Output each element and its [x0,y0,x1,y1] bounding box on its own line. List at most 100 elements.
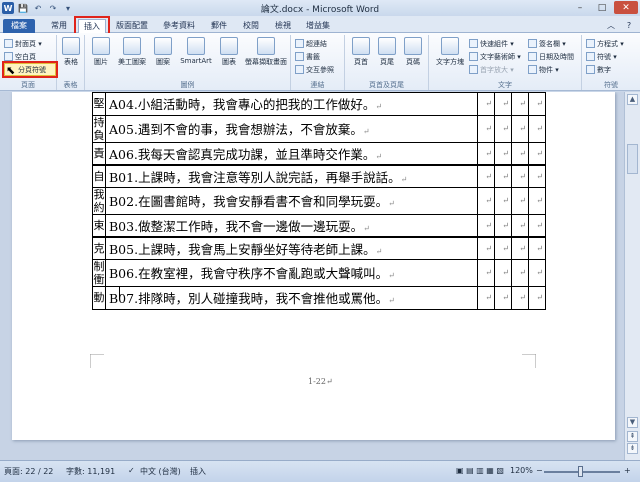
tab-page-layout[interactable]: 版面配置 [112,19,152,33]
quick-parts-button[interactable]: 快速組件 ▾ [469,38,514,49]
scroll-up-icon[interactable]: ▲ [627,94,638,105]
item-cell[interactable]: B03.做整潔工作時，我不會一邊做一邊玩耍。↵ [105,213,478,238]
zoom-level[interactable]: 120% [510,466,533,475]
score-cell[interactable]: ↵ [511,163,529,188]
undo-icon[interactable]: ↶ [32,2,44,14]
table-button[interactable]: 表格 [60,37,82,67]
score-cell[interactable]: ↵ [511,186,529,215]
date-time-button[interactable]: 日期及時間 [528,51,574,62]
category-cell[interactable]: 束 [92,213,106,238]
score-cell[interactable]: ↵ [494,92,512,116]
score-cell[interactable]: ↵ [494,141,512,166]
score-cell[interactable]: ↵ [511,258,529,287]
maximize-button[interactable]: □ [592,1,612,14]
score-cell[interactable]: ↵ [528,141,546,166]
score-cell[interactable]: ↵ [494,235,512,260]
help-icon[interactable]: ? [622,19,636,33]
score-cell[interactable]: ↵ [477,258,495,287]
tab-references[interactable]: 參考資料 [158,19,200,33]
drop-cap-button[interactable]: 首字放大 ▾ [469,64,514,75]
page-number-button[interactable]: 頁碼 [402,37,424,67]
vertical-scrollbar[interactable]: ▲ ▼ ⇞ ⇟ [624,92,640,460]
category-cell[interactable]: 動 [92,285,106,310]
status-insert-mode[interactable]: 插入 [190,466,206,477]
score-cell[interactable]: ↵ [494,186,512,215]
score-cell[interactable]: ↵ [528,235,546,260]
status-word-count[interactable]: 字數: 11,191 [66,466,115,477]
score-cell[interactable]: ↵ [477,92,495,116]
object-button[interactable]: 物件 ▾ [528,64,559,75]
item-cell[interactable]: B07.排隊時，別人碰撞我時，我不會推他或罵他。↵ [105,285,478,310]
score-cell[interactable]: ↵ [528,285,546,310]
cover-page-button[interactable]: 封面頁 ▾ [4,38,42,49]
item-cell[interactable]: B01.上課時，我會注意等別人說完話，再舉手說話。↵ [105,163,478,188]
item-cell[interactable]: A05.遇到不會的事，我會想辦法，不會放棄。↵ [105,114,478,143]
score-cell[interactable]: ↵ [528,92,546,116]
category-cell[interactable]: 堅 [92,92,106,116]
score-cell[interactable]: ↵ [477,285,495,310]
score-cell[interactable]: ↵ [494,285,512,310]
wordart-button[interactable]: 文字藝術師 ▾ [469,51,521,62]
status-page[interactable]: 頁面: 22 / 22 [4,466,53,477]
score-cell[interactable]: ↵ [511,114,529,143]
tab-mailings[interactable]: 郵件 [206,19,232,33]
clip-art-button[interactable]: 美工圖案 [115,37,149,67]
footer-button[interactable]: 頁尾 [376,37,398,67]
view-buttons[interactable]: ▣ ▤ ▥ ▦ ▧ [456,466,504,475]
tab-review[interactable]: 校閱 [238,19,264,33]
textbox-button[interactable]: 文字方塊 [433,37,467,67]
shapes-button[interactable]: 圖案 [152,37,174,67]
customize-quick-access-icon[interactable]: ▾ [62,2,74,14]
score-cell[interactable]: ↵ [511,235,529,260]
save-icon[interactable]: 💾 [17,2,29,14]
document-page[interactable]: 堅 A04.小組活動時，我會專心的把我的工作做好。↵ ↵ ↵ ↵ ↵ 持負 A05.遇到不會的… [12,92,615,440]
score-cell[interactable]: ↵ [528,114,546,143]
score-cell[interactable]: ↵ [511,141,529,166]
equation-button[interactable]: 方程式 ▾ [586,38,624,49]
category-cell[interactable]: 持負 [92,114,106,143]
previous-page-icon[interactable]: ⇞ [627,431,638,442]
smartart-button[interactable]: SmartArt [177,37,215,65]
score-cell[interactable]: ↵ [477,114,495,143]
tab-addins[interactable]: 增益集 [302,19,334,33]
score-cell[interactable]: ↵ [511,92,529,116]
score-cell[interactable]: ↵ [494,114,512,143]
cross-reference-button[interactable]: 交互參照 [295,64,334,75]
document-area[interactable]: 堅 A04.小組活動時，我會專心的把我的工作做好。↵ ↵ ↵ ↵ ↵ 持負 A05.遇到不會的… [0,92,624,460]
zoom-slider-thumb[interactable] [578,466,584,477]
close-button[interactable]: ✕ [614,1,638,14]
score-cell[interactable]: ↵ [477,213,495,238]
minimize-ribbon-icon[interactable]: ︿ [604,19,618,33]
minimize-button[interactable]: – [570,1,590,14]
redo-icon[interactable]: ↷ [47,2,59,14]
item-cell[interactable]: B06.在教室裡，我會守秩序不會亂跑或大聲喊叫。↵ [105,258,478,287]
bookmark-button[interactable]: 書籤 [295,51,320,62]
next-page-icon[interactable]: ⇟ [627,443,638,454]
zoom-out-button[interactable]: − [536,466,543,475]
score-cell[interactable]: ↵ [477,186,495,215]
category-cell[interactable]: 克 [92,235,106,260]
scroll-down-icon[interactable]: ▼ [627,417,638,428]
number-button[interactable]: 數字 [586,64,611,75]
category-cell[interactable]: 我約 [92,186,106,215]
score-cell[interactable]: ↵ [494,258,512,287]
status-proofing-icon[interactable]: ✓ [128,466,135,475]
picture-button[interactable]: 圖片 [90,37,112,67]
item-cell[interactable]: B02.在圖書館時，我會安靜看書不會和同學玩耍。↵ [105,186,478,215]
header-button[interactable]: 頁首 [350,37,372,67]
chart-button[interactable]: 圖表 [218,37,240,67]
tab-view[interactable]: 檢視 [270,19,296,33]
hyperlink-button[interactable]: 超連結 [295,38,327,49]
symbol-button[interactable]: 符號 ▾ [586,51,617,62]
item-cell[interactable]: A06.我每天會認真完成功課，並且準時交作業。↵ [105,141,478,166]
score-cell[interactable]: ↵ [511,213,529,238]
score-cell[interactable]: ↵ [494,163,512,188]
item-cell[interactable]: A04.小組活動時，我會專心的把我的工作做好。↵ [105,92,478,116]
category-cell[interactable]: 制衝 [92,258,106,287]
tab-file[interactable]: 檔案 [3,19,35,33]
score-cell[interactable]: ↵ [477,163,495,188]
score-cell[interactable]: ↵ [511,285,529,310]
score-cell[interactable]: ↵ [528,213,546,238]
category-cell[interactable]: 責 [92,141,106,166]
score-cell[interactable]: ↵ [528,258,546,287]
